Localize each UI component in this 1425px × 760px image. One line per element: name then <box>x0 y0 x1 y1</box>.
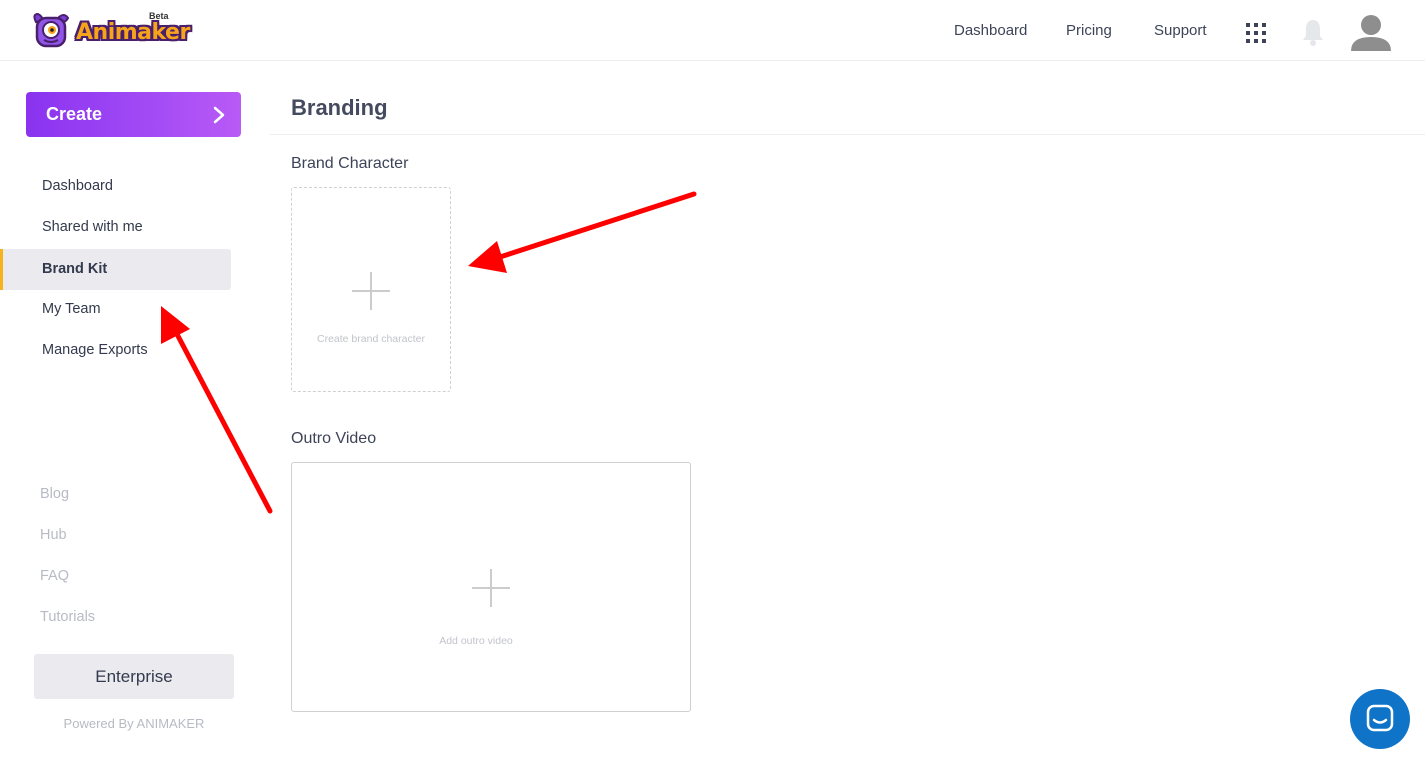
create-button-label: Create <box>46 104 103 124</box>
nav-support-link[interactable]: Support <box>1154 22 1207 39</box>
top-bar: Animaker Beta Dashboard Pricing Support <box>0 0 1425 61</box>
sidebar-item-dashboard[interactable]: Dashboard <box>0 166 231 207</box>
apps-grid-icon[interactable] <box>1246 23 1266 43</box>
create-brand-character-caption: Create brand character <box>317 333 425 345</box>
plus-icon <box>352 272 390 310</box>
sidebar-link-hub[interactable]: Hub <box>40 527 67 543</box>
brand-character-label: Brand Character <box>291 155 409 172</box>
sidebar-link-tutorials[interactable]: Tutorials <box>40 609 95 625</box>
create-brand-character-card[interactable]: Create brand character <box>291 187 451 392</box>
sidebar-item-my-team[interactable]: My Team <box>0 289 231 330</box>
user-avatar-icon[interactable] <box>1351 13 1391 51</box>
nav-dashboard-link[interactable]: Dashboard <box>954 22 1027 39</box>
enterprise-button[interactable]: Enterprise <box>34 654 234 699</box>
page-title: Branding <box>291 95 388 120</box>
chat-button[interactable] <box>1350 689 1410 749</box>
add-outro-video-card[interactable]: Add outro video <box>291 462 691 712</box>
sidebar-item-manage-exports[interactable]: Manage Exports <box>0 330 231 371</box>
beta-badge: Beta <box>149 11 169 21</box>
nav-pricing-link[interactable]: Pricing <box>1066 22 1112 39</box>
plus-icon <box>472 569 510 607</box>
sidebar-item-shared-with-me[interactable]: Shared with me <box>0 207 231 248</box>
sidebar-item-brand-kit[interactable]: Brand Kit <box>0 249 231 290</box>
mascot-icon <box>33 12 70 48</box>
sidebar-link-blog[interactable]: Blog <box>40 486 69 502</box>
arrow-to-brand-character <box>468 191 697 273</box>
sidebar-link-faq[interactable]: FAQ <box>40 568 69 584</box>
create-button[interactable]: Create <box>26 92 241 137</box>
brand-name: Animaker <box>76 20 190 45</box>
outro-video-label: Outro Video <box>291 430 377 447</box>
title-divider <box>270 134 1425 135</box>
powered-by-text: Powered By ANIMAKER <box>63 716 205 731</box>
add-outro-video-caption: Add outro video <box>439 635 513 647</box>
bell-icon[interactable] <box>1301 18 1325 46</box>
animaker-logo[interactable]: Animaker Beta <box>28 8 190 54</box>
chevron-right-icon <box>213 106 225 124</box>
chat-icon <box>1366 704 1394 732</box>
sidebar: Create Dashboard Shared with me Brand Ki… <box>0 61 270 760</box>
